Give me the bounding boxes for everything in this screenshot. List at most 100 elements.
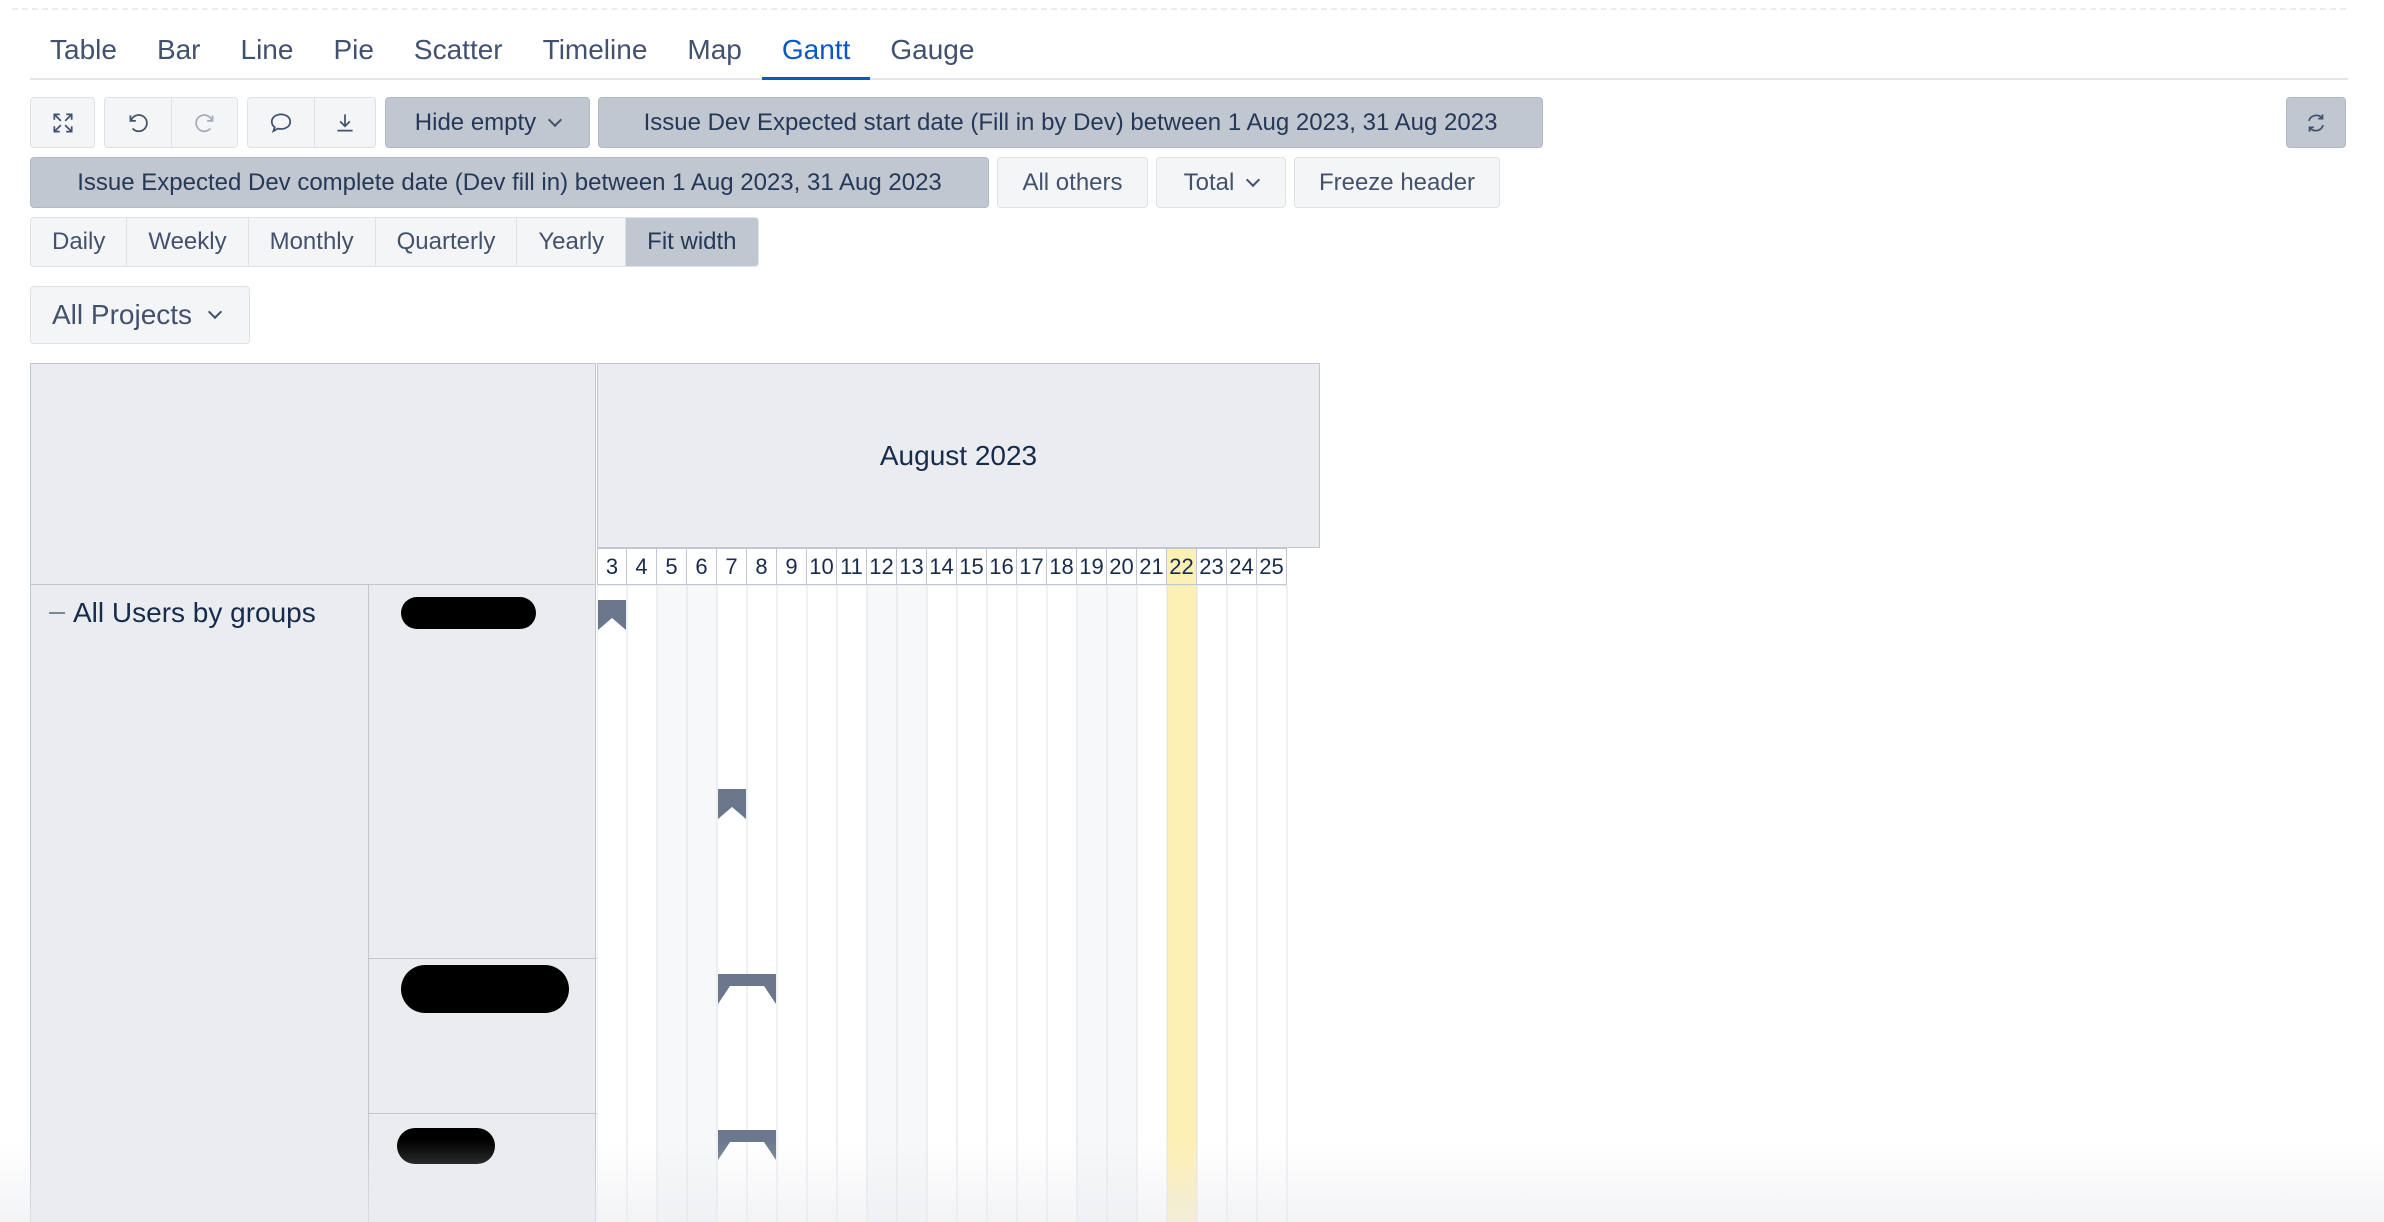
gantt-bars-layer bbox=[597, 585, 1288, 1222]
user-column bbox=[368, 585, 598, 1222]
projects-label: All Projects bbox=[52, 299, 193, 330]
all-others-button[interactable]: All others bbox=[997, 157, 1148, 208]
day-column-17 bbox=[1016, 585, 1048, 1222]
day-label-18: 18 bbox=[1047, 548, 1077, 585]
day-label-23: 23 bbox=[1197, 548, 1227, 585]
time-scale-selector: Daily Weekly Monthly Quarterly Yearly Fi… bbox=[30, 217, 759, 267]
day-column-3 bbox=[597, 585, 628, 1222]
day-label-13: 13 bbox=[897, 548, 927, 585]
tab-gauge[interactable]: Gauge bbox=[870, 28, 994, 80]
freeze-header-button[interactable]: Freeze header bbox=[1294, 157, 1500, 208]
undo-button[interactable] bbox=[104, 97, 172, 148]
gantt-header-corner bbox=[30, 363, 596, 585]
day-column-4 bbox=[626, 585, 658, 1222]
day-label-3: 3 bbox=[597, 548, 627, 585]
group-name: All Users by groups bbox=[73, 597, 316, 628]
chevron-down-icon bbox=[207, 304, 223, 320]
day-label-15: 15 bbox=[957, 548, 987, 585]
group-row-label[interactable]: All Users by groups bbox=[49, 597, 316, 629]
refresh-button[interactable] bbox=[2286, 97, 2346, 148]
tab-timeline[interactable]: Timeline bbox=[523, 28, 668, 80]
redacted-name bbox=[401, 597, 536, 629]
day-header-row: 3 4 5 6 7 8 9 10 11 12 13 14 15 16 17 18 19 20 21 22 23 24 25 bbox=[597, 548, 1287, 585]
month-label: August 2023 bbox=[879, 439, 1038, 471]
day-column-8 bbox=[746, 585, 778, 1222]
day-label-22: 22 bbox=[1167, 548, 1197, 585]
day-column-11 bbox=[836, 585, 868, 1222]
total-dropdown[interactable]: Total bbox=[1156, 157, 1286, 208]
comment-icon bbox=[270, 112, 292, 133]
day-label-16: 16 bbox=[987, 548, 1017, 585]
day-column-5 bbox=[656, 585, 688, 1222]
scale-monthly[interactable]: Monthly bbox=[249, 218, 376, 266]
gantt-timeline-body bbox=[597, 585, 1320, 1222]
day-column-16 bbox=[986, 585, 1018, 1222]
scale-daily[interactable]: Daily bbox=[31, 218, 128, 266]
scale-weekly[interactable]: Weekly bbox=[127, 218, 249, 266]
redacted-name bbox=[397, 1128, 495, 1164]
day-label-14: 14 bbox=[927, 548, 957, 585]
redo-button[interactable] bbox=[171, 97, 238, 148]
day-column-19 bbox=[1076, 585, 1108, 1222]
day-column-12 bbox=[866, 585, 898, 1222]
tab-gantt[interactable]: Gantt bbox=[761, 28, 871, 80]
day-column-24 bbox=[1226, 585, 1258, 1222]
undo-icon bbox=[129, 113, 148, 132]
day-label-4: 4 bbox=[627, 548, 657, 585]
projects-dropdown[interactable]: All Projects bbox=[30, 286, 250, 344]
day-label-19: 19 bbox=[1077, 548, 1107, 585]
total-label: Total bbox=[1183, 168, 1235, 196]
day-label-11: 11 bbox=[837, 548, 867, 585]
tab-line[interactable]: Line bbox=[221, 28, 314, 80]
filter-dev-start-date[interactable]: Issue Dev Expected start date (Fill in b… bbox=[598, 97, 1543, 148]
user-row[interactable] bbox=[369, 1114, 598, 1222]
day-label-17: 17 bbox=[1017, 548, 1047, 585]
hide-empty-label: Hide empty bbox=[414, 108, 537, 136]
tab-table[interactable]: Table bbox=[30, 28, 137, 80]
day-label-21: 21 bbox=[1137, 548, 1167, 585]
day-label-20: 20 bbox=[1107, 548, 1137, 585]
day-label-9: 9 bbox=[777, 548, 807, 585]
day-column-21 bbox=[1136, 585, 1168, 1222]
tab-scatter[interactable]: Scatter bbox=[394, 28, 523, 80]
tab-pie[interactable]: Pie bbox=[313, 28, 393, 80]
day-column-7 bbox=[716, 585, 748, 1222]
expand-icon bbox=[52, 112, 73, 133]
tab-bar[interactable]: Bar bbox=[137, 28, 221, 80]
gantt-row-labels: All Users by groups bbox=[30, 585, 598, 1222]
day-column-9 bbox=[776, 585, 808, 1222]
download-button[interactable] bbox=[314, 97, 376, 148]
tab-map[interactable]: Map bbox=[667, 28, 761, 80]
day-column-23 bbox=[1196, 585, 1228, 1222]
day-label-5: 5 bbox=[657, 548, 687, 585]
chevron-down-icon bbox=[548, 112, 563, 127]
day-column-6 bbox=[686, 585, 718, 1222]
day-label-12: 12 bbox=[867, 548, 897, 585]
hide-empty-dropdown[interactable]: Hide empty bbox=[385, 97, 590, 148]
redacted-name bbox=[401, 965, 569, 1013]
day-label-6: 6 bbox=[687, 548, 717, 585]
scale-yearly[interactable]: Yearly bbox=[517, 218, 627, 266]
day-label-7: 7 bbox=[717, 548, 747, 585]
day-label-24: 24 bbox=[1227, 548, 1257, 585]
scale-quarterly[interactable]: Quarterly bbox=[376, 218, 518, 266]
redo-icon bbox=[194, 113, 213, 132]
day-column-10 bbox=[806, 585, 838, 1222]
scale-fit-width[interactable]: Fit width bbox=[626, 218, 758, 266]
day-column-13 bbox=[896, 585, 928, 1222]
day-column-20 bbox=[1106, 585, 1138, 1222]
chart-type-tabs: Table Bar Line Pie Scatter Timeline Map … bbox=[30, 28, 2348, 80]
day-column-14 bbox=[926, 585, 958, 1222]
day-label-8: 8 bbox=[747, 548, 777, 585]
collapse-icon[interactable] bbox=[49, 612, 65, 614]
day-label-25: 25 bbox=[1257, 548, 1287, 585]
fullscreen-button[interactable] bbox=[30, 97, 95, 148]
chevron-down-icon bbox=[1246, 172, 1261, 187]
user-row[interactable] bbox=[369, 959, 598, 1114]
day-label-10: 10 bbox=[807, 548, 837, 585]
user-row[interactable] bbox=[369, 585, 598, 959]
top-divider bbox=[12, 8, 2346, 10]
filter-dev-complete-date[interactable]: Issue Expected Dev complete date (Dev fi… bbox=[30, 157, 989, 208]
comment-button[interactable] bbox=[247, 97, 315, 148]
day-column-15 bbox=[956, 585, 988, 1222]
